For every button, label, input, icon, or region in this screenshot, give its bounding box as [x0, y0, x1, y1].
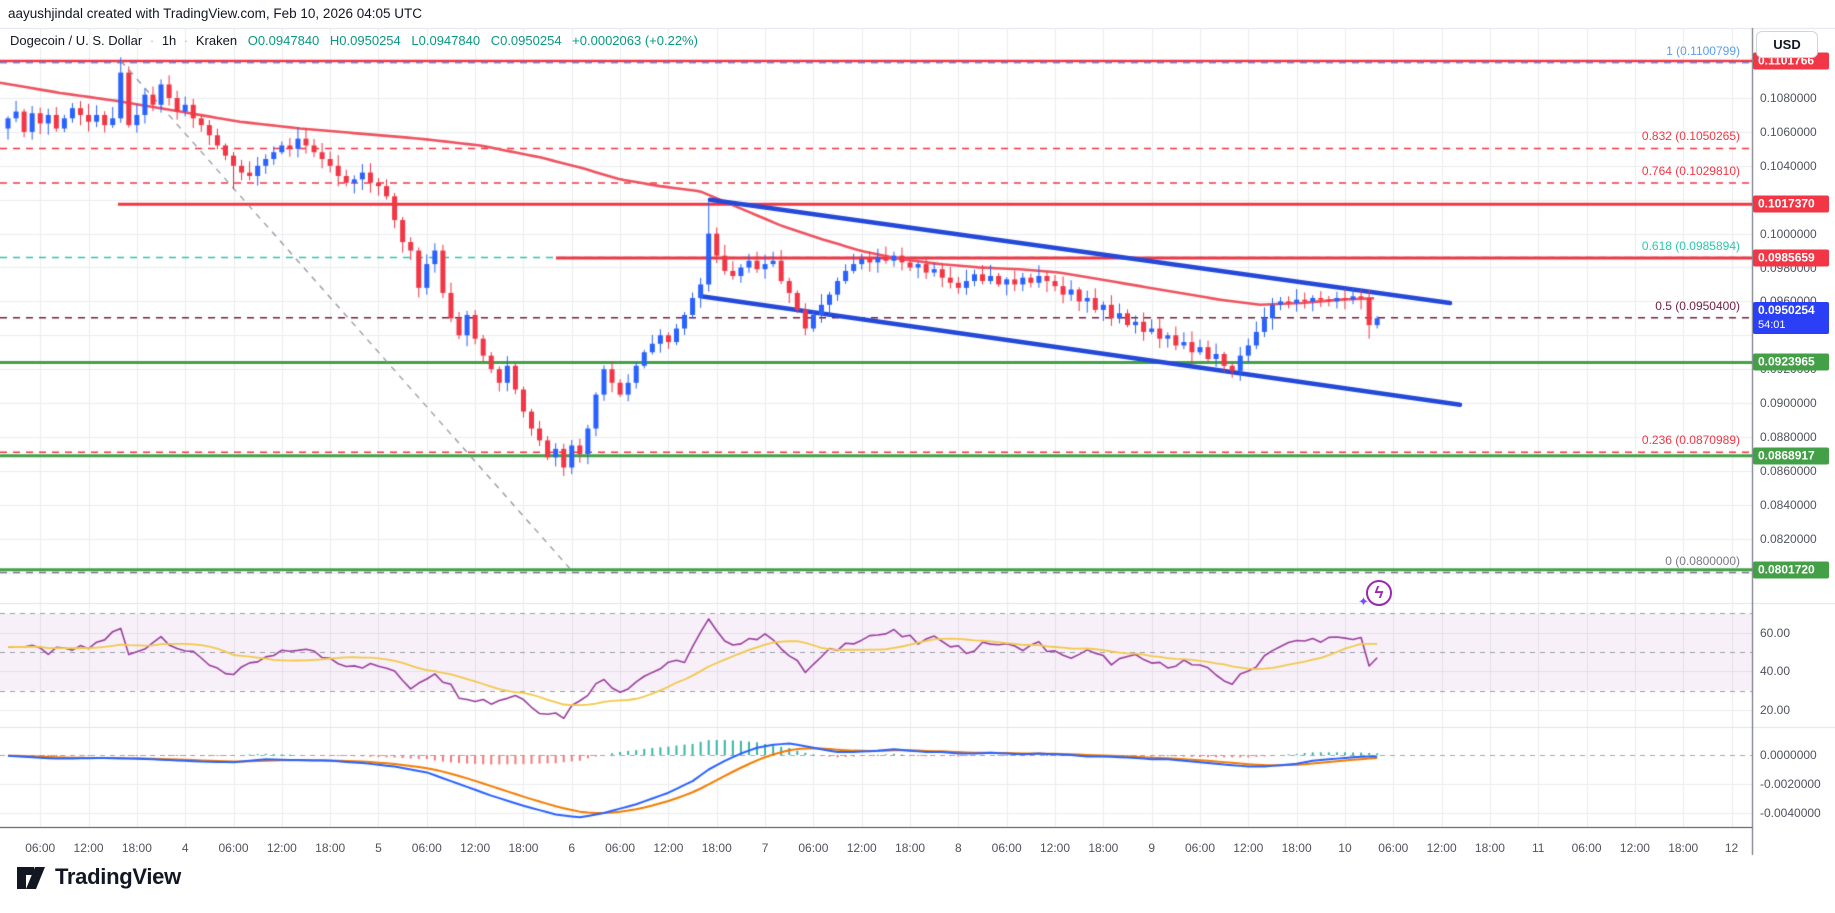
time-tick-label[interactable]: 06:00 — [1185, 841, 1215, 855]
price-badge: 0.0801720 — [1753, 561, 1829, 579]
fib-level-label: 0.236 (0.0870989) — [1641, 433, 1740, 448]
flash-idea-marker[interactable]: ✦ ϟ — [1358, 578, 1392, 612]
price-badge: 0.1017370 — [1753, 195, 1829, 213]
price-tick-label: 0.1040000 — [1760, 158, 1817, 173]
price-tick-label: 0.1080000 — [1760, 91, 1817, 105]
time-tick-label[interactable]: 9 — [1148, 841, 1155, 855]
time-tick-label[interactable]: 18:00 — [508, 841, 538, 855]
time-tick-label[interactable]: 06:00 — [218, 841, 248, 855]
chart-credit-text: aayushjindal created with TradingView.co… — [8, 6, 422, 21]
rsi-tick-label: 60.00 — [1760, 625, 1791, 640]
fib-level-label: 0.832 (0.1050265) — [1641, 129, 1740, 144]
macd-tick-label: -0.0040000 — [1760, 806, 1821, 820]
fib-level-label: 0.618 (0.0985894) — [1641, 238, 1740, 253]
fib-level-label: 0.764 (0.1029810) — [1641, 164, 1740, 179]
price-tick-label: 0.1060000 — [1760, 124, 1817, 139]
time-tick-label[interactable]: 06:00 — [798, 841, 828, 855]
time-tick-label[interactable]: 4 — [182, 841, 189, 855]
price-tick-label: 0.0900000 — [1760, 396, 1817, 411]
time-tick-label[interactable]: 06:00 — [992, 841, 1022, 855]
fib-level-label: 1 (0.1100799) — [1666, 43, 1740, 58]
time-tick-label[interactable]: 11 — [1532, 841, 1544, 855]
ohlc-high: H0.0950254 — [329, 33, 401, 48]
time-tick-label[interactable]: 18:00 — [1282, 841, 1312, 855]
ohlc-open: O0.0947840 — [247, 33, 320, 48]
time-tick-label[interactable]: 18:00 — [1088, 841, 1118, 855]
interval-label: 1h — [161, 33, 177, 48]
time-tick-label[interactable]: 18:00 — [895, 841, 925, 855]
price-badge: 0.0950254 54:01 — [1753, 301, 1829, 334]
time-tick-label[interactable]: 7 — [762, 841, 769, 855]
time-tick-label[interactable]: 12 — [1725, 841, 1738, 855]
price-tick-label: 0.0820000 — [1760, 531, 1817, 546]
fib-level-label: 0.5 (0.0950400) — [1655, 298, 1740, 313]
legend-separator: · — [183, 33, 189, 48]
macd-tick-label: 0.0000000 — [1760, 748, 1817, 762]
exchange-label: Kraken — [195, 33, 238, 48]
time-tick-label[interactable]: 12:00 — [267, 841, 297, 855]
legend-separator: · — [149, 33, 155, 48]
price-tick-label: 0.1000000 — [1760, 226, 1817, 241]
time-tick-label[interactable]: 12:00 — [1620, 841, 1650, 855]
time-tick-label[interactable]: 18:00 — [122, 841, 152, 855]
time-tick-label[interactable]: 12:00 — [460, 841, 490, 855]
time-tick-label[interactable]: 12:00 — [847, 841, 877, 855]
time-tick-label[interactable]: 18:00 — [1475, 841, 1505, 855]
time-tick-label[interactable]: 06:00 — [1378, 841, 1408, 855]
time-tick-label[interactable]: 12:00 — [1427, 841, 1457, 855]
time-tick-label[interactable]: 18:00 — [702, 841, 732, 855]
time-tick-label[interactable]: 8 — [955, 841, 962, 855]
price-badge: 0.0868917 — [1753, 447, 1829, 465]
fib-level-label: 0 (0.0800000) — [1665, 553, 1740, 568]
rsi-tick-label: 20.00 — [1760, 702, 1791, 717]
macd-tick-label: -0.0020000 — [1760, 777, 1821, 791]
time-tick-label[interactable]: 12:00 — [1040, 841, 1070, 855]
time-tick-label[interactable]: 18:00 — [315, 841, 345, 855]
time-tick-label[interactable]: 12:00 — [74, 841, 104, 855]
tradingview-logo-text: TradingView — [55, 864, 181, 889]
currency-usd-button[interactable]: USD — [1756, 31, 1818, 58]
time-tick-label[interactable]: 12:00 — [653, 841, 683, 855]
ohlc-close: C0.0950254 — [490, 33, 562, 48]
tradingview-logo[interactable]: TradingView — [16, 862, 181, 892]
time-tick-label[interactable]: 5 — [375, 841, 382, 855]
price-tick-label: 0.0840000 — [1760, 497, 1817, 512]
bar-countdown: 54:01 — [1758, 318, 1786, 331]
price-badge: 0.0923965 — [1753, 353, 1829, 371]
price-tick-label: 0.0860000 — [1760, 463, 1817, 478]
price-badge: 0.0985659 — [1753, 249, 1829, 267]
time-tick-label[interactable]: 06:00 — [1572, 841, 1602, 855]
ohlc-low: L0.0947840 — [411, 33, 481, 48]
rsi-tick-label: 40.00 — [1760, 664, 1791, 679]
ohlc-change: +0.0002063 (+0.22%) — [572, 33, 698, 48]
symbol-name: Dogecoin / U. S. Dollar — [10, 33, 143, 48]
tradingview-chart-window: aayushjindal created with TradingView.co… — [0, 0, 1835, 913]
time-tick-label[interactable]: 06:00 — [605, 841, 635, 855]
tradingview-logo-icon — [16, 862, 46, 892]
symbol-legend: Dogecoin / U. S. Dollar · 1h · Kraken O0… — [10, 33, 698, 48]
time-tick-label[interactable]: 06:00 — [25, 841, 55, 855]
time-tick-label[interactable]: 12:00 — [1233, 841, 1263, 855]
price-chart-canvas[interactable] — [0, 0, 1835, 913]
time-tick-label[interactable]: 06:00 — [412, 841, 442, 855]
lightning-icon: ϟ — [1366, 580, 1392, 606]
time-tick-label[interactable]: 10 — [1338, 841, 1351, 855]
price-tick-label: 0.0880000 — [1760, 430, 1817, 444]
time-tick-label[interactable]: 18:00 — [1668, 841, 1698, 855]
time-tick-label[interactable]: 6 — [568, 841, 575, 855]
